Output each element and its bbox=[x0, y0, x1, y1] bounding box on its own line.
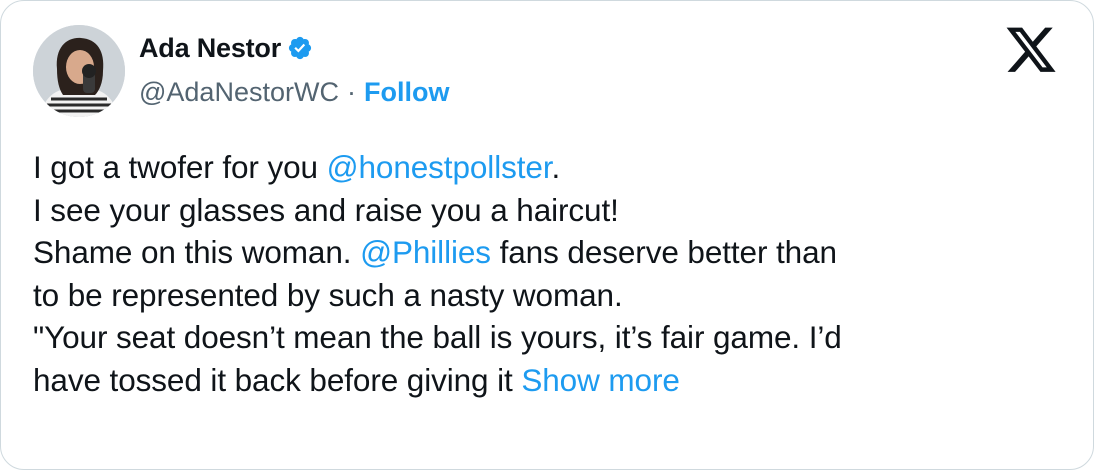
author-handle[interactable]: @AdaNestorWC bbox=[139, 77, 339, 108]
separator-dot: · bbox=[346, 76, 356, 107]
author-handle-row: @AdaNestorWC · Follow bbox=[139, 75, 449, 109]
avatar-image bbox=[33, 25, 125, 117]
text-segment: fans deserve better than bbox=[490, 234, 837, 270]
tweet-line: I see your glasses and raise you a hairc… bbox=[33, 191, 619, 228]
text-segment: have tossed it back before giving it bbox=[33, 361, 522, 398]
tweet-line: to be represented by such a nasty woman. bbox=[33, 276, 623, 313]
avatar[interactable] bbox=[33, 25, 125, 117]
x-logo-icon[interactable] bbox=[1003, 27, 1059, 77]
tweet-line: Shame on this woman. @Phillies fans dese… bbox=[33, 231, 1073, 274]
text-segment: . bbox=[551, 149, 561, 185]
author-display-name[interactable]: Ada Nestor bbox=[139, 33, 281, 64]
follow-button[interactable]: Follow bbox=[364, 77, 449, 108]
text-segment: Shame on this woman. bbox=[33, 234, 361, 270]
mention-link[interactable]: @Phillies bbox=[360, 234, 491, 270]
tweet-line: have tossed it back before giving it Sho… bbox=[33, 359, 1073, 402]
show-more-link[interactable]: Show more bbox=[521, 362, 680, 398]
tweet-card[interactable]: Ada Nestor @AdaNestorWC · Follow I got a… bbox=[0, 0, 1094, 470]
text-segment: I got a twofer for you bbox=[33, 149, 327, 185]
verified-badge-icon bbox=[287, 35, 313, 61]
mention-link[interactable]: @honestpollster bbox=[327, 149, 552, 185]
tweet-line: "Your seat doesn’t mean the ball is your… bbox=[33, 319, 842, 355]
tweet-line: I got a twofer for you @honestpollster. bbox=[33, 146, 1073, 189]
tweet-text: I got a twofer for you @honestpollster. … bbox=[33, 146, 1073, 401]
author-name-row: Ada Nestor bbox=[139, 31, 313, 65]
